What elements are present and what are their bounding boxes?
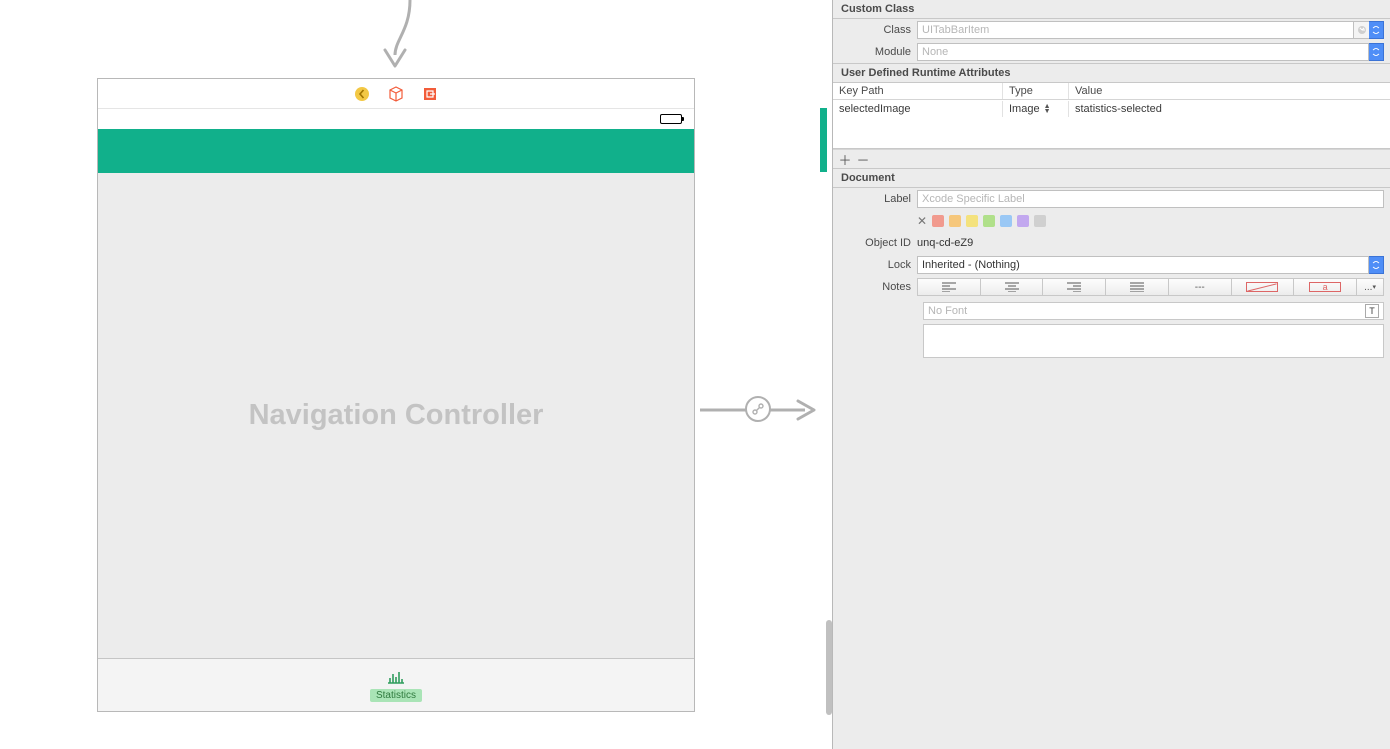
align-justify-button[interactable] [1105, 278, 1168, 296]
swatch-green[interactable] [983, 215, 995, 227]
objectid-value: unq-cd-eZ9 [917, 237, 1384, 249]
align-right-button[interactable] [1042, 278, 1105, 296]
col-type[interactable]: Type [1003, 83, 1069, 99]
add-attr-button[interactable]: ＋ [839, 153, 851, 165]
battery-icon [660, 114, 682, 124]
runtime-attrs-header: User Defined Runtime Attributes [833, 63, 1390, 83]
swatch-purple[interactable] [1017, 215, 1029, 227]
remove-attr-button[interactable]: － [857, 153, 869, 165]
swatch-orange[interactable] [949, 215, 961, 227]
objectid-label: Object ID [833, 237, 917, 249]
scene-toolbar [98, 79, 694, 109]
identity-inspector: Custom Class Class Module User Defined R… [832, 0, 1390, 749]
align-center-button[interactable] [980, 278, 1043, 296]
align-left-button[interactable] [917, 278, 980, 296]
notes-toolbar: --- a ... ▾ [917, 278, 1384, 296]
red-a-button[interactable]: a [1293, 278, 1356, 296]
module-label: Module [833, 46, 917, 58]
object-cube-icon[interactable] [388, 86, 404, 102]
incoming-segue-arrow [365, 0, 415, 78]
exit-icon[interactable] [422, 86, 438, 102]
lock-label: Lock [833, 259, 917, 271]
notes-textarea[interactable] [923, 324, 1384, 358]
class-dropdown-button[interactable] [1369, 21, 1384, 39]
cell-keypath[interactable]: selectedImage [833, 101, 1003, 117]
col-value[interactable]: Value [1069, 83, 1390, 99]
status-bar [98, 109, 694, 129]
tab-bar[interactable]: Statistics [98, 658, 694, 711]
scene-content: Navigation Controller [98, 173, 694, 658]
segue-connector-icon[interactable] [745, 396, 771, 422]
statistics-tab-icon[interactable] [386, 669, 406, 687]
strike-box-button[interactable] [1231, 278, 1294, 296]
doc-label-field[interactable] [917, 190, 1384, 208]
color-swatches: ✕ [917, 214, 1384, 228]
swatch-yellow[interactable] [966, 215, 978, 227]
navigation-controller-scene[interactable]: Navigation Controller Statistics [97, 78, 695, 712]
swatch-red[interactable] [932, 215, 944, 227]
ib-canvas[interactable]: Navigation Controller Statistics [0, 0, 832, 749]
tab-item-label[interactable]: Statistics [370, 689, 422, 702]
font-field[interactable]: No Font T [923, 302, 1384, 320]
runtime-attrs-table[interactable]: Key Path Type Value selectedImage Image … [833, 83, 1390, 149]
col-keypath[interactable]: Key Path [833, 83, 1003, 99]
class-clear-icon[interactable] [1354, 21, 1369, 39]
module-dropdown-button[interactable] [1369, 43, 1384, 61]
class-label: Class [833, 24, 917, 36]
list-dash-button[interactable]: --- [1168, 278, 1231, 296]
adjacent-scene-peek [820, 108, 827, 172]
table-row[interactable]: selectedImage Image ▲▼ statistics-select… [833, 100, 1390, 118]
doc-label-label: Label [833, 193, 917, 205]
cell-value[interactable]: statistics-selected [1069, 101, 1390, 117]
more-button[interactable]: ... ▾ [1356, 278, 1384, 296]
type-stepper-icon[interactable]: ▲▼ [1044, 104, 1051, 114]
class-field[interactable] [917, 21, 1354, 39]
swatch-blue[interactable] [1000, 215, 1012, 227]
custom-class-header: Custom Class [833, 0, 1390, 19]
cell-type[interactable]: Image ▲▼ [1003, 101, 1069, 117]
scene-title: Navigation Controller [249, 399, 544, 432]
lock-select[interactable]: Inherited - (Nothing) [917, 256, 1369, 274]
notes-label: Notes [833, 281, 917, 293]
swatch-none[interactable]: ✕ [917, 214, 927, 228]
swatch-gray[interactable] [1034, 215, 1046, 227]
lock-dropdown-button[interactable] [1369, 256, 1384, 274]
back-icon[interactable] [354, 86, 370, 102]
module-field[interactable] [917, 43, 1369, 61]
navigation-bar[interactable] [98, 129, 694, 173]
document-header: Document [833, 168, 1390, 188]
font-picker-icon[interactable]: T [1365, 304, 1379, 318]
